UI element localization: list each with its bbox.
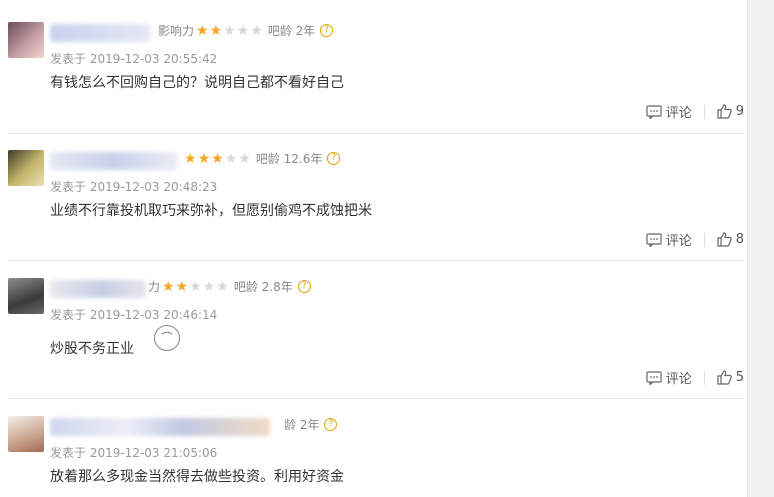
like-button[interactable]: 8 bbox=[717, 232, 744, 247]
member-age: 吧龄 2年 bbox=[267, 24, 316, 38]
influence-label: 影响力 bbox=[158, 24, 195, 38]
comment-meta: 力 ★ ★ ★ ★ ★ 吧龄 2.8年 ? bbox=[148, 278, 311, 295]
avatar[interactable] bbox=[8, 22, 44, 58]
comment-meta: 影响力 ★ ★ ★ ★ ★ 吧龄 2年 ? bbox=[158, 22, 334, 39]
thumbs-up-icon bbox=[717, 232, 732, 247]
comment-meta: 龄 2年 ? bbox=[284, 416, 338, 433]
comment-text: 业绩不行靠投机取巧来弥补，但愿别偷鸡不成蚀把米 bbox=[50, 203, 372, 219]
post-time: 发表于 2019-12-03 21:05:06 bbox=[50, 446, 218, 460]
post-time: 发表于 2019-12-03 20:48:23 bbox=[50, 180, 218, 194]
reply-button[interactable]: 评论 bbox=[646, 102, 692, 121]
divider bbox=[703, 232, 705, 247]
comment-actions: 评论 8 bbox=[646, 230, 744, 249]
comment-item: 力 ★ ★ ★ ★ ★ 吧龄 2.8年 ? 发表于 2019-12-03 20:46:1… bbox=[8, 278, 744, 388]
member-age: 吧龄 12.6年 bbox=[255, 152, 323, 166]
question-icon[interactable]: ? bbox=[327, 152, 341, 165]
comment-text: 炒股不务正业 bbox=[50, 338, 134, 358]
member-age: 吧龄 2.8年 bbox=[233, 280, 293, 294]
scrollbar[interactable] bbox=[747, 0, 774, 497]
comment-item: 影响力 ★ ★ ★ ★ ★ 吧龄 2年 ? 发表于 2019-12-03 20:55:4… bbox=[8, 22, 744, 122]
username-blurred[interactable] bbox=[50, 418, 270, 436]
like-count: 9 bbox=[735, 104, 744, 119]
like-count: 5 bbox=[735, 370, 744, 385]
like-button[interactable]: 9 bbox=[717, 104, 744, 119]
comment-item: ★ ★ ★ ★ ★ 吧龄 12.6年 ? 发表于 2019-12-03 20:48:23… bbox=[8, 150, 744, 250]
username-blurred[interactable] bbox=[50, 152, 178, 170]
divider bbox=[703, 104, 705, 119]
rating-stars: ★ ★ ★ ★ ★ bbox=[162, 278, 230, 295]
reply-label: 评论 bbox=[665, 106, 692, 121]
comment-text: 有钱怎么不回购自己的？说明自己都不看好自己 bbox=[50, 75, 344, 91]
divider bbox=[703, 370, 705, 385]
post-time: 发表于 2019-12-03 20:55:42 bbox=[50, 52, 218, 66]
comment-icon bbox=[646, 232, 662, 247]
comment-text: 放着那么多现金当然得去做些投资。利用好资金 bbox=[50, 469, 344, 485]
avatar[interactable] bbox=[8, 150, 44, 186]
avatar[interactable] bbox=[8, 278, 44, 314]
rating-stars: ★ ★ ★ ★ ★ bbox=[196, 22, 264, 39]
comment-actions: 评论 9 bbox=[646, 102, 744, 121]
comment-icon bbox=[646, 370, 662, 385]
comment-actions: 评论 5 bbox=[646, 368, 744, 387]
thumbs-up-icon bbox=[717, 370, 732, 385]
reply-button[interactable]: 评论 bbox=[646, 368, 692, 387]
username-blurred[interactable] bbox=[50, 24, 150, 42]
comment-text-content: 炒股不务正业 bbox=[50, 341, 134, 357]
question-icon[interactable]: ? bbox=[297, 280, 311, 293]
reply-label: 评论 bbox=[665, 234, 692, 249]
divider bbox=[8, 260, 744, 261]
comment-list: 影响力 ★ ★ ★ ★ ★ 吧龄 2年 ? 发表于 2019-12-03 20:55:4… bbox=[0, 0, 744, 497]
post-time: 发表于 2019-12-03 20:46:14 bbox=[50, 308, 218, 322]
thumbs-up-icon bbox=[717, 104, 732, 119]
emoji-icon: ⌒ bbox=[154, 325, 180, 351]
rating-stars: ★ ★ ★ ★ ★ bbox=[184, 150, 252, 167]
like-count: 8 bbox=[735, 232, 744, 247]
question-icon[interactable]: ? bbox=[324, 418, 338, 431]
reply-button[interactable]: 评论 bbox=[646, 230, 692, 249]
username-blurred[interactable] bbox=[50, 280, 146, 298]
member-age: 龄 2年 bbox=[284, 418, 320, 432]
question-icon[interactable]: ? bbox=[320, 24, 334, 37]
avatar[interactable] bbox=[8, 416, 44, 452]
divider bbox=[8, 133, 744, 134]
comment-item: 龄 2年 ? 发表于 2019-12-03 21:05:06 放着那么多现金当然… bbox=[8, 416, 744, 496]
comment-meta: ★ ★ ★ ★ ★ 吧龄 12.6年 ? bbox=[182, 150, 341, 167]
comment-icon bbox=[646, 104, 662, 119]
reply-label: 评论 bbox=[665, 372, 692, 387]
divider bbox=[8, 398, 744, 399]
influence-label: 力 bbox=[148, 280, 161, 294]
like-button[interactable]: 5 bbox=[717, 370, 744, 385]
